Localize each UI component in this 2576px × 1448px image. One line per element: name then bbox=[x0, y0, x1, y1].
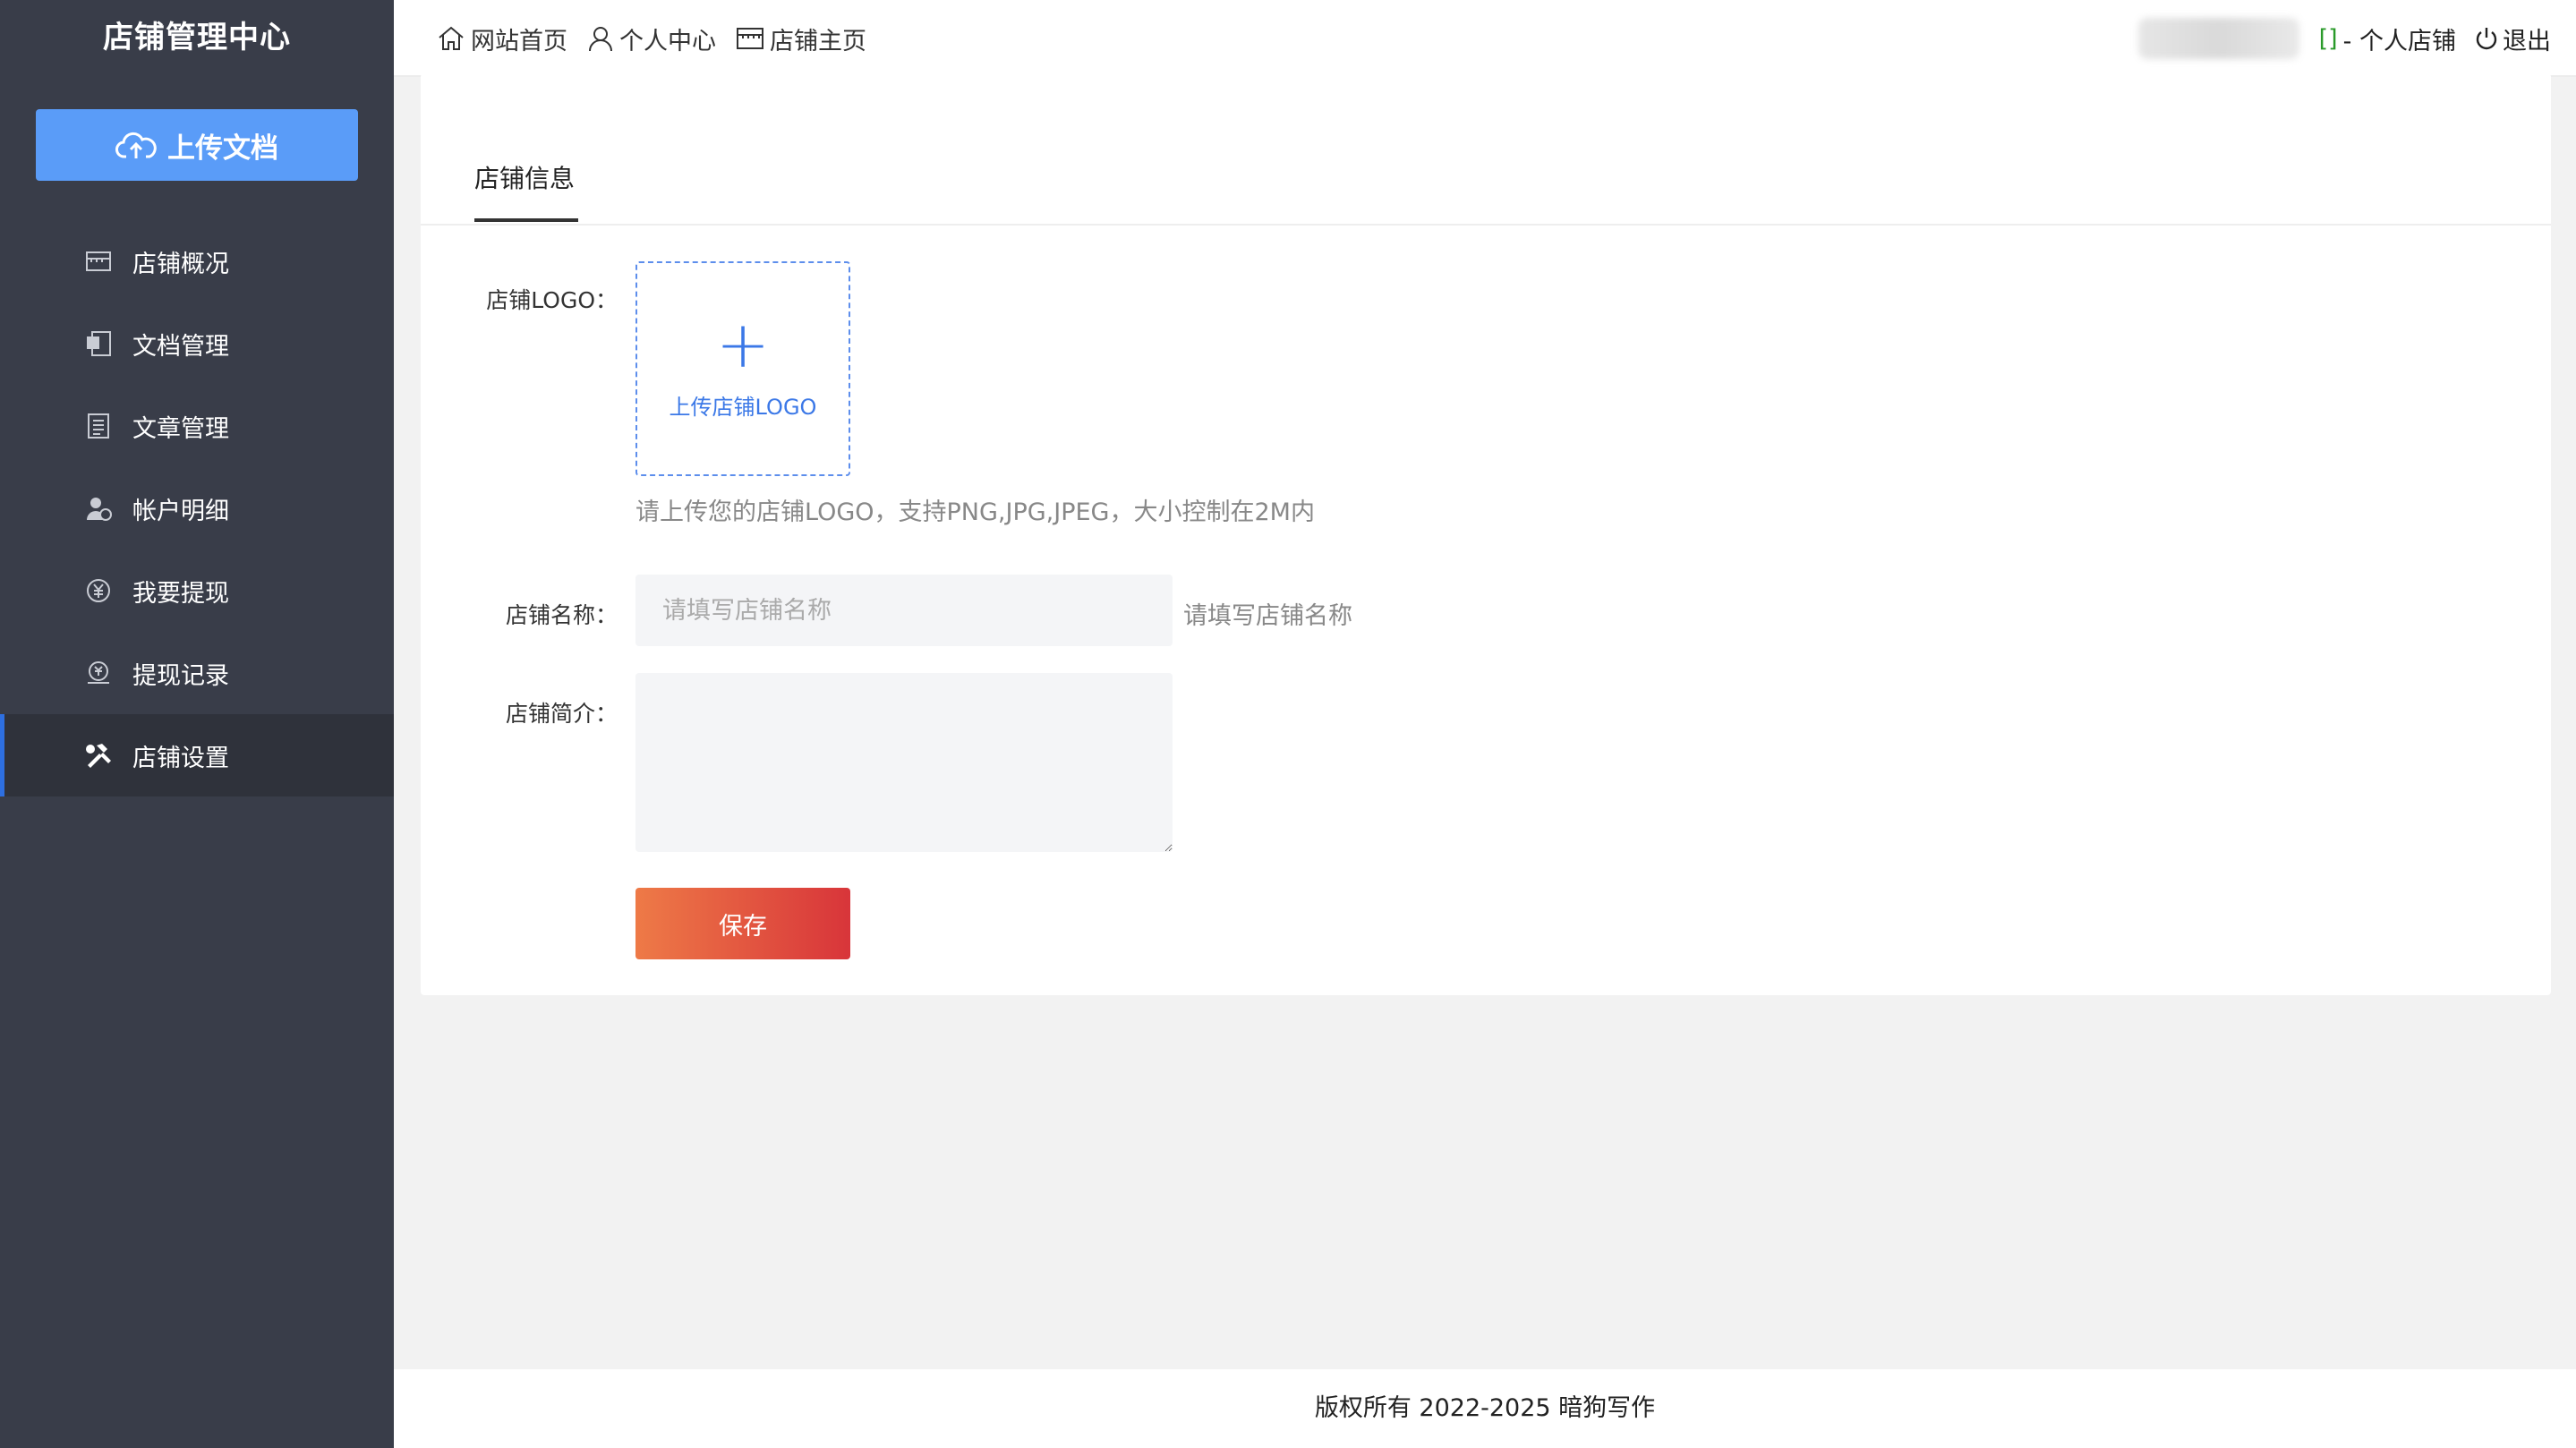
sidebar-item-label: 文档管理 bbox=[132, 332, 229, 361]
sidebar-menu: 店铺概况 W 文档管理 文章管理 帐户明细 我要提现 提现记录 店铺设置 bbox=[0, 220, 394, 796]
nav-label: 个人中心 bbox=[619, 27, 716, 55]
nav-personal-center[interactable]: 个人中心 bbox=[587, 21, 716, 56]
tab-shop-info[interactable]: 店铺信息 bbox=[474, 159, 575, 195]
sidebar-item-label: 店铺概况 bbox=[132, 250, 229, 278]
logo-hint: 请上传您的店铺LOGO，支持PNG,JPG,JPEG，大小控制在2M内 bbox=[635, 498, 1315, 526]
nav-website-home[interactable]: 网站首页 bbox=[437, 21, 567, 56]
store-icon bbox=[84, 247, 113, 276]
upload-document-label: 上传文档 bbox=[167, 132, 278, 165]
yen-icon bbox=[84, 576, 113, 605]
sidebar-item-label: 店铺设置 bbox=[132, 744, 229, 772]
save-button[interactable]: 保存 bbox=[635, 888, 850, 959]
logo-upload-label: 上传店铺LOGO bbox=[669, 394, 817, 420]
nav-label: 店铺主页 bbox=[770, 27, 866, 55]
tab-active-underline bbox=[474, 218, 578, 222]
sidebar-item-label: 我要提现 bbox=[132, 579, 229, 608]
sidebar-item-document-management[interactable]: W 文档管理 bbox=[0, 302, 394, 385]
shop-name-label: 店铺名称： bbox=[505, 602, 618, 628]
store-icon bbox=[737, 28, 763, 49]
home-icon bbox=[439, 26, 464, 50]
plus-icon: + bbox=[715, 306, 771, 382]
top-header: 网站首页 个人中心 店铺主页 [] - 个人店铺 退出 bbox=[394, 0, 2576, 77]
nav-label: 网站首页 bbox=[471, 27, 567, 55]
nav-shop-home[interactable]: 店铺主页 bbox=[736, 21, 866, 56]
card-tabs: 店铺信息 bbox=[421, 73, 2551, 226]
user-icon bbox=[589, 27, 612, 52]
account-icon bbox=[84, 494, 113, 523]
upload-document-button[interactable]: 上传文档 bbox=[36, 109, 358, 181]
power-icon bbox=[2476, 28, 2497, 50]
shop-name-hint: 请填写店铺名称 bbox=[1183, 602, 1352, 630]
copyright-text: 版权所有 2022-2025 暗狗写作 bbox=[1314, 1394, 1656, 1422]
withdraw-record-icon bbox=[84, 659, 113, 687]
shop-name-input[interactable] bbox=[635, 575, 1173, 646]
sidebar: 店铺管理中心 上传文档 店铺概况 W 文档管理 文章管理 帐户明细 我要提现 提… bbox=[0, 0, 394, 1448]
shop-intro-textarea[interactable] bbox=[635, 673, 1173, 852]
top-nav: 网站首页 个人中心 店铺主页 bbox=[437, 0, 886, 77]
sidebar-item-article-management[interactable]: 文章管理 bbox=[0, 385, 394, 467]
article-icon bbox=[84, 412, 113, 440]
word-doc-icon: W bbox=[84, 329, 113, 358]
shop-bracket: [] bbox=[2318, 24, 2338, 53]
sidebar-title: 店铺管理中心 bbox=[103, 20, 291, 55]
logo-label: 店铺LOGO： bbox=[486, 287, 618, 313]
sidebar-item-withdraw-records[interactable]: 提现记录 bbox=[0, 632, 394, 714]
shop-intro-label: 店铺简介： bbox=[505, 701, 618, 727]
sidebar-item-shop-overview[interactable]: 店铺概况 bbox=[0, 220, 394, 302]
logout-label: 退出 bbox=[2503, 27, 2551, 55]
footer: 版权所有 2022-2025 暗狗写作 bbox=[394, 1369, 2576, 1448]
sidebar-item-withdraw[interactable]: 我要提现 bbox=[0, 549, 394, 632]
cloud-upload-icon bbox=[115, 132, 157, 158]
sidebar-item-label: 提现记录 bbox=[132, 661, 229, 690]
tools-icon bbox=[84, 741, 113, 770]
personal-shop-link[interactable]: - 个人店铺 bbox=[2343, 21, 2456, 56]
sidebar-item-label: 文章管理 bbox=[132, 414, 229, 443]
sidebar-item-shop-settings[interactable]: 店铺设置 bbox=[0, 714, 394, 796]
sidebar-item-label: 帐户明细 bbox=[132, 497, 229, 525]
logout-button[interactable]: 退出 bbox=[2474, 21, 2551, 56]
sidebar-item-account-details[interactable]: 帐户明细 bbox=[0, 467, 394, 549]
svg-text:W: W bbox=[89, 339, 98, 349]
username-blurred bbox=[2137, 18, 2299, 59]
top-right-actions: [] - 个人店铺 退出 bbox=[2137, 0, 2551, 77]
logo-upload-box[interactable]: + 上传店铺LOGO bbox=[635, 261, 850, 476]
shop-info-card: 店铺信息 店铺LOGO： + 上传店铺LOGO 请上传您的店铺LOGO，支持PN… bbox=[421, 73, 2551, 995]
